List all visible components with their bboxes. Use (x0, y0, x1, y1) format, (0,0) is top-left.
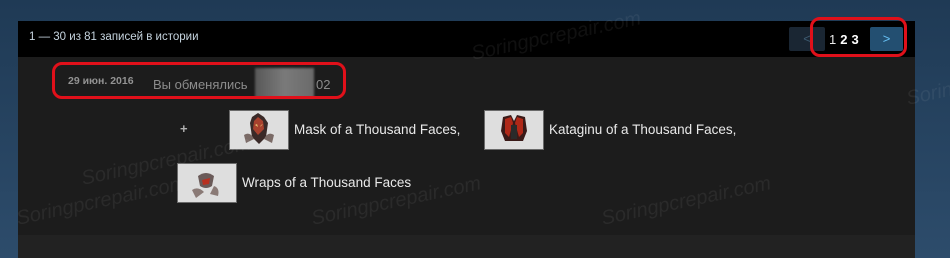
history-footer (18, 235, 915, 258)
pager-highlight (810, 17, 907, 57)
history-header: 1 — 30 из 81 записей в истории < 1 2 3 > (18, 21, 915, 57)
trade-highlight (52, 62, 346, 99)
history-summary: 1 — 30 из 81 записей в истории (29, 31, 199, 43)
item-name-wraps[interactable]: Wraps of a Thousand Faces (242, 175, 411, 190)
item-name-mask[interactable]: Mask of a Thousand Faces, (294, 122, 460, 137)
kataginu-item-thumbnail[interactable] (484, 110, 544, 150)
item-name-kataginu[interactable]: Kataginu of a Thousand Faces, (549, 122, 736, 137)
wraps-icon (178, 164, 236, 202)
received-plus-icon: + (180, 121, 188, 136)
kataginu-icon (485, 111, 543, 149)
